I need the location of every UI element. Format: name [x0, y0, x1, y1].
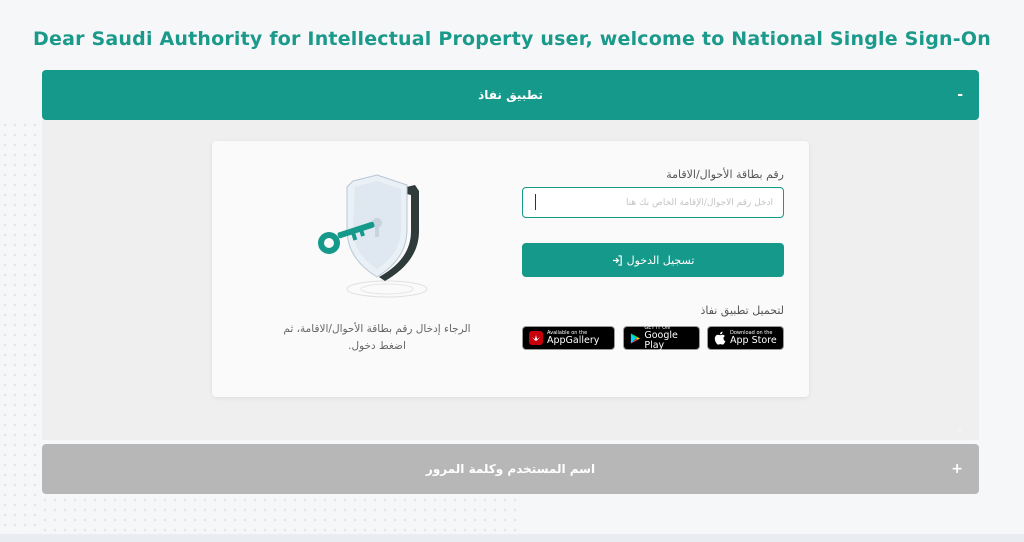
userpass-accordion-title: اسم المستخدم وكلمة المرور [425, 462, 596, 476]
help-text: الرجاء إدخال رقم بطاقة الأحوال/الاقامة، … [283, 323, 471, 352]
google-play-badge[interactable]: GET IT ON Google Play [623, 326, 700, 350]
app-store-text: App Store [730, 334, 777, 346]
shield-key-illustration [318, 174, 428, 298]
nafath-accordion-header[interactable]: تطبيق نفاذ - [42, 70, 979, 120]
huawei-icon [529, 331, 543, 345]
id-number-label: رقم بطاقة الأحوال/الاقامة [666, 168, 784, 181]
background-dots-left [0, 120, 40, 540]
app-store-badge[interactable]: Download on the App Store [707, 326, 784, 350]
nafath-accordion-title: تطبيق نفاذ [478, 88, 543, 102]
google-play-text: Google Play [644, 330, 678, 351]
footer-bar [0, 534, 1024, 542]
text-caret [535, 194, 536, 210]
expand-icon[interactable]: + [951, 461, 963, 477]
login-button[interactable]: تسجيل الدخول [522, 243, 784, 277]
sign-in-icon [612, 254, 622, 266]
google-play-icon [630, 332, 640, 344]
app-gallery-badge[interactable]: Available on the AppGallery [522, 326, 615, 350]
app-gallery-text: AppGallery [547, 334, 600, 346]
nafath-login-card: الرجاء إدخال رقم بطاقة الأحوال/الاقامة، … [212, 141, 809, 397]
page-title: Dear Saudi Authority for Intellectual Pr… [33, 28, 991, 50]
accordion-marker: - [958, 425, 962, 436]
userpass-accordion-header[interactable]: اسم المستخدم وكلمة المرور + [42, 444, 979, 494]
collapse-icon[interactable]: - [957, 87, 963, 103]
id-number-input[interactable] [522, 187, 784, 218]
apple-icon [714, 331, 726, 345]
download-app-label: لتحميل تطبيق نفاذ [700, 304, 784, 317]
login-button-label: تسجيل الدخول [626, 253, 695, 267]
